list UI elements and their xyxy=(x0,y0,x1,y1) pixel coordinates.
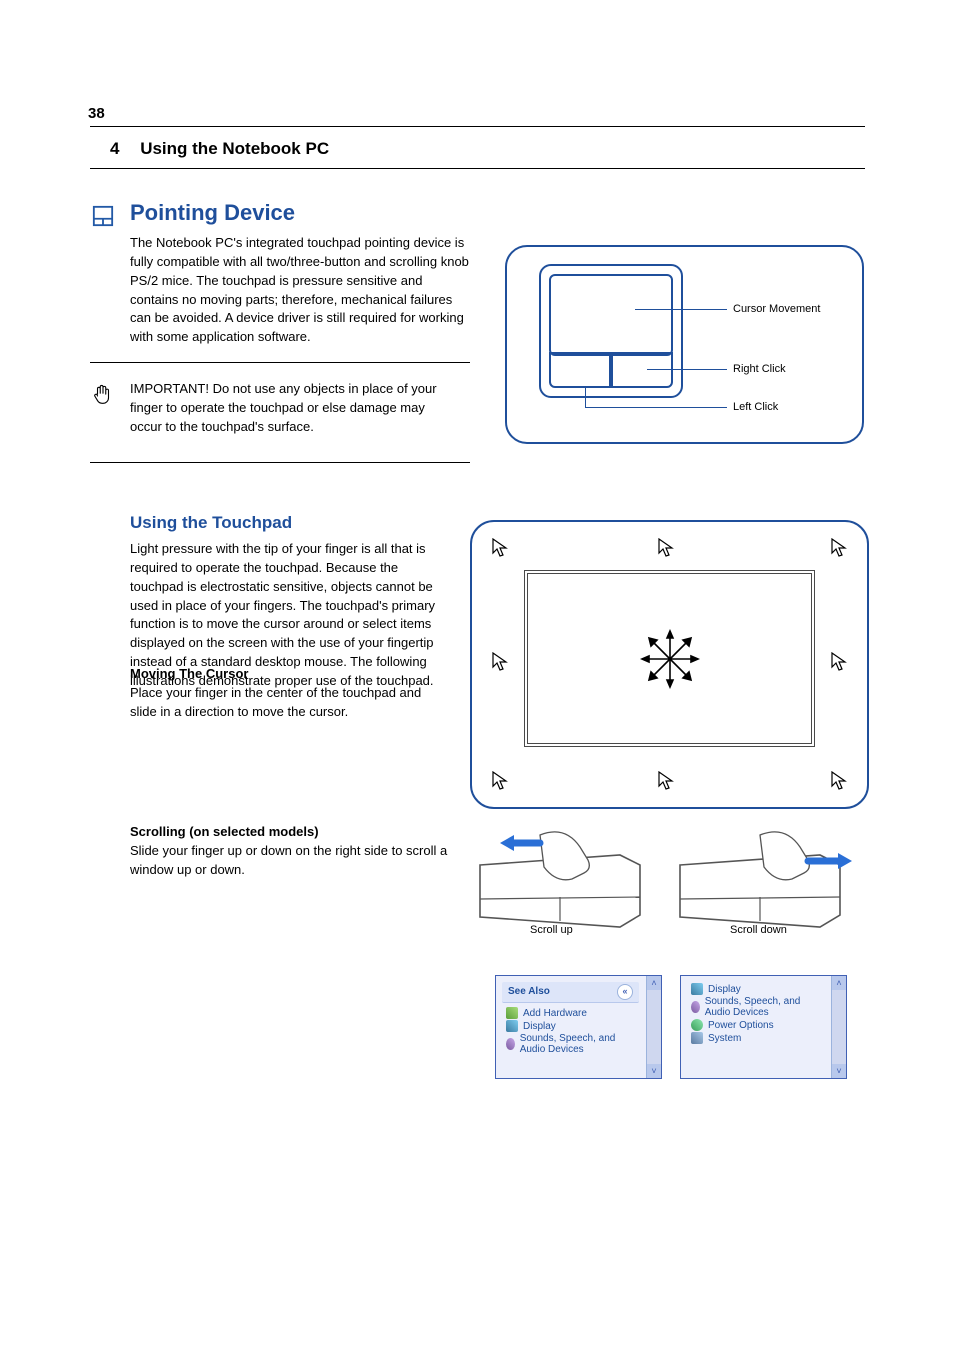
section-title: Using the Notebook PC xyxy=(140,139,329,158)
scroll-down-button[interactable]: ˅ xyxy=(647,1064,661,1078)
page-number: 38 xyxy=(88,105,105,122)
para-scrolling: Slide your finger up or down on the righ… xyxy=(130,843,447,877)
cursor-icon xyxy=(831,771,847,791)
leader-line xyxy=(585,407,727,408)
cursor-icon xyxy=(492,652,508,672)
scroll-down-button[interactable]: ˅ xyxy=(832,1064,846,1078)
control-panel-pane-left: See Also « Add Hardware Display Sounds, … xyxy=(495,975,662,1079)
see-also-list: Add Hardware Display Sounds, Speech, and… xyxy=(506,1006,637,1074)
control-panel-pane-right: Display Sounds, Speech, and Audio Device… xyxy=(680,975,847,1079)
cursor-icon xyxy=(492,538,508,558)
sounds-icon xyxy=(506,1038,515,1050)
moving-cursor-block: Moving The Cursor Place your finger in t… xyxy=(130,665,450,722)
touchpad-right-button xyxy=(611,352,673,388)
touchpad-surface xyxy=(549,274,673,356)
cursor-icon xyxy=(492,771,508,791)
see-also-label: See Also xyxy=(508,986,550,997)
page-title: Pointing Device xyxy=(130,200,295,226)
scroll-up-button[interactable]: ˄ xyxy=(647,976,661,990)
touchpad-icon xyxy=(92,205,114,227)
collapse-icon[interactable]: « xyxy=(617,984,633,1000)
eight-direction-arrows-icon xyxy=(640,629,700,689)
cp-item-sounds[interactable]: Sounds, Speech, and Audio Devices xyxy=(691,996,822,1018)
scrolling-block: Scrolling (on selected models) Slide you… xyxy=(130,823,450,880)
power-icon xyxy=(691,1019,703,1031)
cp-item-label: Display xyxy=(523,1021,556,1032)
leader-line xyxy=(585,387,586,407)
label-left-click: Left Click xyxy=(733,401,778,413)
divider xyxy=(90,362,470,363)
cursor-icon xyxy=(658,538,674,558)
see-also-header[interactable]: See Also « xyxy=(502,982,639,1003)
scroll-down-caption: Scroll down xyxy=(730,924,787,935)
para-intro: The Notebook PC's integrated touchpad po… xyxy=(130,234,470,347)
cp-right-list: Display Sounds, Speech, and Audio Device… xyxy=(691,982,822,1074)
important-note: IMPORTANT! Do not use any objects in pla… xyxy=(130,380,460,437)
display-icon xyxy=(691,983,703,995)
scroll-up-caption: Scroll up xyxy=(530,924,573,935)
cursor-icon xyxy=(831,538,847,558)
cp-item-power[interactable]: Power Options xyxy=(691,1019,822,1031)
cp-item-display[interactable]: Display xyxy=(506,1020,637,1032)
cp-item-label: Add Hardware xyxy=(523,1008,587,1019)
scrollbar[interactable]: ˄ ˅ xyxy=(831,976,846,1078)
label-right-click: Right Click xyxy=(733,363,786,375)
hardware-icon xyxy=(506,1007,518,1019)
cp-item-label: Sounds, Speech, and Audio Devices xyxy=(705,996,822,1018)
cursor-direction-diagram xyxy=(470,520,869,809)
para-move-cursor: Place your finger in the center of the t… xyxy=(130,685,421,719)
touchpad-diagram: Cursor Movement Right Click Left Click xyxy=(505,245,864,444)
section-header: 4 Using the Notebook PC xyxy=(110,139,329,159)
cp-item-add-hardware[interactable]: Add Hardware xyxy=(506,1007,637,1019)
section-number: 4 xyxy=(110,139,119,158)
scroll-up-button[interactable]: ˄ xyxy=(832,976,846,990)
heading-using-touchpad: Using the Touchpad xyxy=(130,513,292,533)
sounds-icon xyxy=(691,1001,700,1013)
moving-cursor-heading: Moving The Cursor xyxy=(130,666,248,681)
touchpad-frame xyxy=(539,264,683,398)
cp-item-label: Display xyxy=(708,984,741,995)
divider xyxy=(90,462,470,463)
system-icon xyxy=(691,1032,703,1044)
cp-item-sounds[interactable]: Sounds, Speech, and Audio Devices xyxy=(506,1033,637,1055)
cp-item-label: Sounds, Speech, and Audio Devices xyxy=(520,1033,637,1055)
divider xyxy=(90,126,865,127)
cp-item-display[interactable]: Display xyxy=(691,983,822,995)
leader-line xyxy=(635,309,727,310)
hand-stop-icon xyxy=(92,383,114,409)
cursor-icon xyxy=(658,771,674,791)
scrolling-heading: Scrolling (on selected models) xyxy=(130,824,319,839)
display-icon xyxy=(506,1020,518,1032)
cp-item-label: System xyxy=(708,1033,741,1044)
touchpad-left-button xyxy=(549,352,611,388)
leader-line xyxy=(647,369,727,370)
cp-item-system[interactable]: System xyxy=(691,1032,822,1044)
divider xyxy=(90,168,865,169)
scroll-gesture-diagram: Scroll up Scroll down xyxy=(470,825,865,935)
scrollbar[interactable]: ˄ ˅ xyxy=(646,976,661,1078)
cp-item-label: Power Options xyxy=(708,1020,774,1031)
cursor-icon xyxy=(831,652,847,672)
label-cursor-movement: Cursor Movement xyxy=(733,303,820,315)
